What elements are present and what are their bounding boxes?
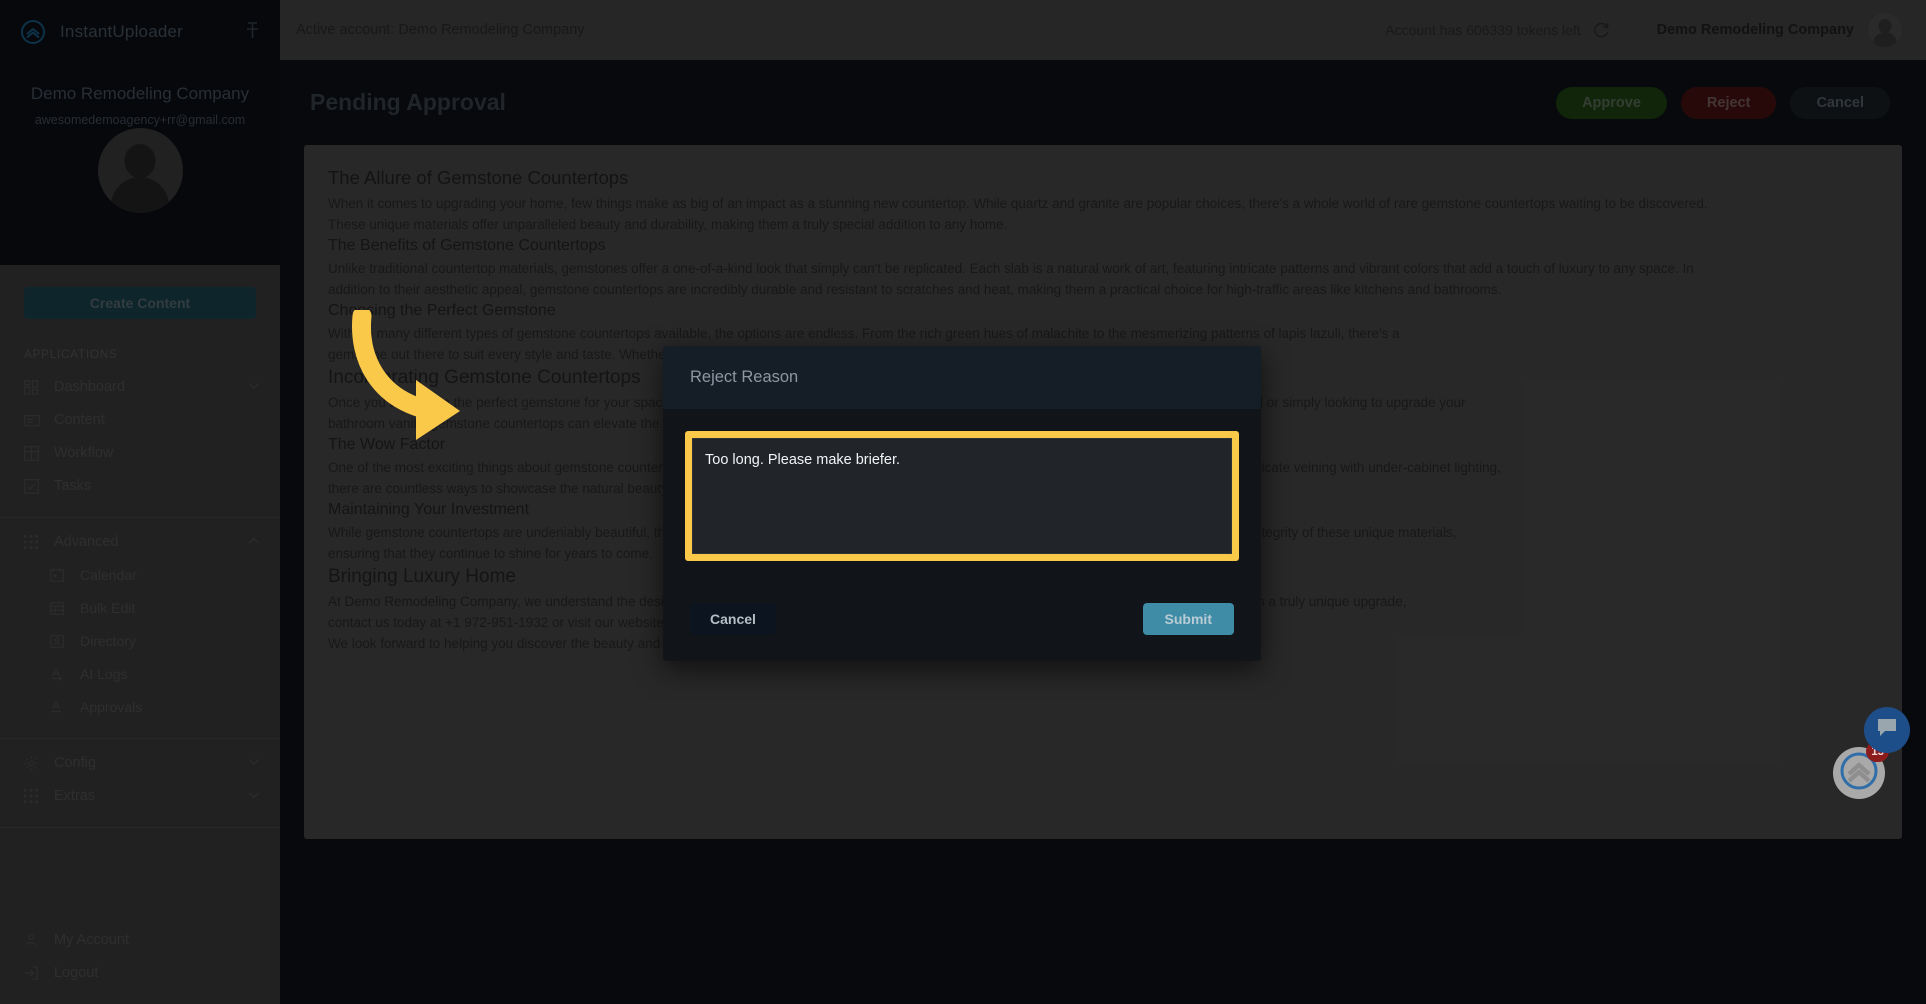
reason-input-highlight xyxy=(685,431,1239,561)
instantuploader-launcher-button[interactable]: 15 xyxy=(1833,741,1889,799)
dialog-title: Reject Reason xyxy=(690,368,799,386)
dialog-submit-button[interactable]: Submit xyxy=(1142,603,1234,635)
dialog-footer: Cancel Submit xyxy=(663,603,1261,661)
dialog-header: Reject Reason xyxy=(663,346,1261,409)
reject-reason-input[interactable] xyxy=(692,438,1232,554)
app-root: InstantUploader Demo Remodeling Company … xyxy=(0,0,1926,1004)
reject-reason-dialog: Reject Reason Cancel Submit xyxy=(663,346,1261,661)
dialog-cancel-button[interactable]: Cancel xyxy=(690,603,776,635)
chat-icon xyxy=(1876,718,1898,743)
chat-widget-button[interactable] xyxy=(1864,707,1910,753)
dialog-body xyxy=(663,409,1261,561)
